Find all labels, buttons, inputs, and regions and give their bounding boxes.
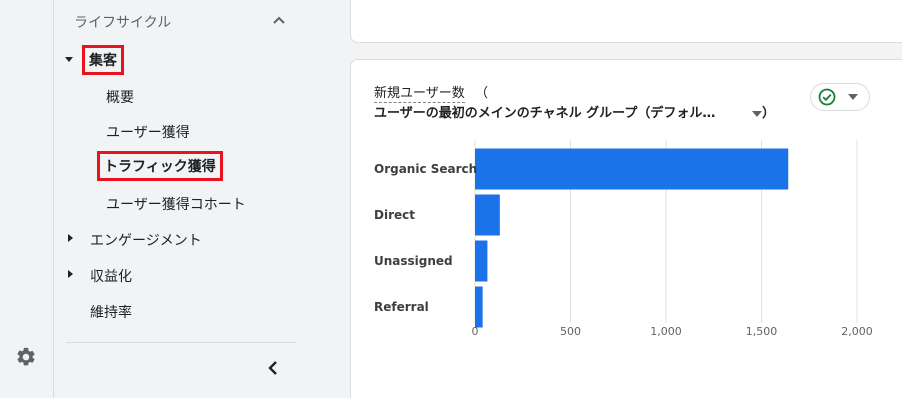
x-tick-label: 1,000 bbox=[650, 325, 682, 338]
bar[interactable] bbox=[475, 286, 483, 328]
icon-rail bbox=[0, 0, 54, 398]
bar[interactable] bbox=[475, 194, 500, 236]
nav-item-label: エンゲージメント bbox=[90, 233, 202, 249]
x-tick-label: 1,500 bbox=[746, 325, 778, 338]
summary-card bbox=[350, 0, 902, 43]
dropdown-arrow-icon[interactable] bbox=[752, 111, 762, 117]
nav-item-acquisition-cohort[interactable]: ユーザー獲得コホート bbox=[106, 194, 246, 214]
nav-item-label: 維持率 bbox=[90, 305, 132, 321]
nav-item-overview[interactable]: 概要 bbox=[106, 87, 134, 107]
category-label: Direct bbox=[374, 208, 415, 222]
caret-right-icon[interactable] bbox=[66, 270, 74, 278]
chevron-left-icon[interactable] bbox=[266, 360, 280, 376]
card-title-dimension[interactable]: ユーザーの最初のメインのチャネル グループ（デフォル… bbox=[374, 105, 715, 122]
bar-chart: Organic Search Direct Unassigned Referral 0 5… bbox=[374, 140, 873, 338]
nav-item-label: 概要 bbox=[106, 90, 134, 106]
gear-icon[interactable] bbox=[15, 346, 37, 368]
category-label: Referral bbox=[374, 300, 429, 314]
nav-item-label: ユーザー獲得コホート bbox=[106, 197, 246, 213]
nav-item-traffic-acquisition[interactable]: トラフィック獲得 bbox=[97, 151, 223, 181]
nav-item-label: 収益化 bbox=[90, 269, 132, 285]
nav-item-retention[interactable]: 維持率 bbox=[90, 302, 132, 322]
bar[interactable] bbox=[475, 240, 488, 282]
nav-item-label: 集客 bbox=[89, 53, 117, 69]
caret-down-icon[interactable] bbox=[65, 55, 73, 63]
section-title-lifecycle[interactable]: ライフサイクル bbox=[74, 12, 171, 32]
nav-item-label: トラフィック獲得 bbox=[104, 159, 216, 175]
card-title-paren-close: ） bbox=[762, 106, 776, 121]
chevron-down-icon bbox=[848, 94, 858, 100]
caret-right-icon[interactable] bbox=[66, 234, 74, 242]
nav-item-monetization[interactable]: 収益化 bbox=[90, 266, 132, 286]
report-nav: ライフサイクル 集客 概要 ユーザー獲得 トラフィック獲得 ユーザー獲得コホート… bbox=[54, 0, 350, 398]
nav-item-label: ユーザー獲得 bbox=[106, 125, 190, 141]
nav-item-acquisition[interactable]: 集客 bbox=[82, 45, 124, 75]
category-label: Organic Search bbox=[374, 162, 477, 176]
x-tick-label: 2,000 bbox=[841, 325, 873, 338]
chevron-up-icon[interactable] bbox=[272, 14, 286, 26]
data-status-chip[interactable] bbox=[810, 83, 870, 111]
nav-item-engagement[interactable]: エンゲージメント bbox=[90, 230, 202, 250]
new-users-by-channel-card: 新規ユーザー数 （ ユーザーの最初のメインのチャネル グループ（デフォル… ） … bbox=[350, 59, 902, 398]
nav-item-user-acquisition[interactable]: ユーザー獲得 bbox=[106, 122, 190, 142]
x-tick-label: 500 bbox=[560, 325, 581, 338]
card-title-paren-open: （ bbox=[475, 86, 489, 101]
nav-divider bbox=[66, 342, 297, 343]
check-circle-icon bbox=[818, 88, 836, 106]
bar[interactable] bbox=[475, 148, 789, 190]
x-tick-label: 0 bbox=[472, 325, 479, 338]
card-title-metric[interactable]: 新規ユーザー数 bbox=[374, 85, 465, 103]
category-label: Unassigned bbox=[374, 254, 453, 268]
